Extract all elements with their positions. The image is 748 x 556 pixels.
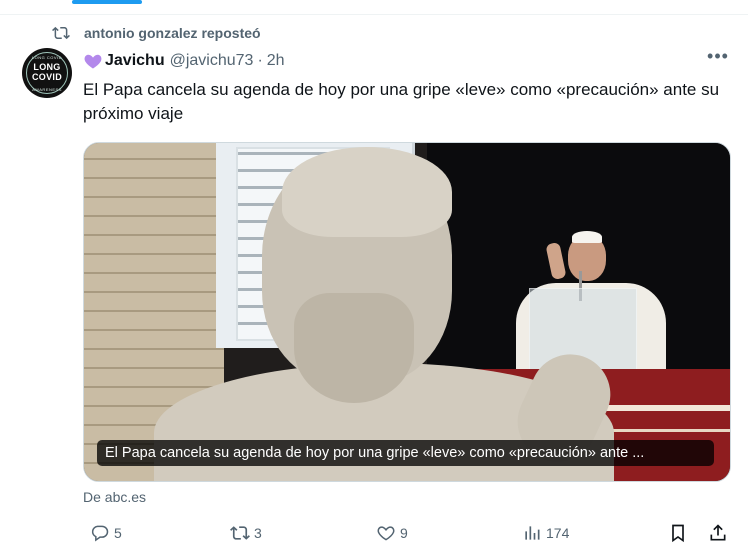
avatar-text: LONG COVID xyxy=(22,62,72,82)
avatar-top-text: LONG COVID xyxy=(31,55,63,60)
repost-icon xyxy=(52,26,70,40)
statue-hair xyxy=(282,147,452,237)
share-icon xyxy=(710,524,726,541)
views-icon xyxy=(525,526,540,540)
pope-cap xyxy=(572,231,602,243)
repost-label: antonio gonzalez reposteó xyxy=(84,25,261,41)
like-button[interactable]: 9 xyxy=(376,523,408,543)
media-caption: El Papa cancela su agenda de hoy por una… xyxy=(97,440,714,466)
more-icon[interactable]: ••• xyxy=(706,47,730,70)
retweet-icon xyxy=(230,526,250,540)
avatar-line2: COVID xyxy=(31,72,62,82)
reply-button[interactable]: 5 xyxy=(90,523,122,543)
media-image[interactable] xyxy=(83,142,731,482)
tweet-time[interactable]: 2h xyxy=(267,52,285,70)
statue-beard xyxy=(294,293,414,403)
like-icon xyxy=(377,526,395,541)
tweet-text: El Papa cancela su agenda de hoy por una… xyxy=(83,80,720,123)
avatar-bottom-text: AWARENESS xyxy=(32,87,62,92)
reply-icon xyxy=(91,525,109,542)
tab-active-indicator xyxy=(72,0,142,4)
reply-count: 5 xyxy=(114,525,122,541)
avatar-line1: LONG xyxy=(33,62,61,72)
avatar[interactable]: LONG COVID LONG COVID AWARENESS xyxy=(22,48,72,98)
retweet-button[interactable]: 3 xyxy=(230,523,262,543)
divider xyxy=(0,14,748,15)
separator-dot: · xyxy=(257,52,263,69)
share-button[interactable] xyxy=(708,523,732,543)
views-count: 174 xyxy=(546,525,570,541)
retweet-count: 3 xyxy=(254,525,262,541)
like-count: 9 xyxy=(400,525,408,541)
views-button[interactable]: 174 xyxy=(522,523,569,543)
repost-context[interactable]: antonio gonzalez reposteó xyxy=(52,24,261,42)
bookmark-icon xyxy=(672,524,684,543)
author-handle[interactable]: @javichu73 xyxy=(170,52,254,70)
tweet-header: Javichu @javichu73 · 2h xyxy=(83,51,285,71)
purple-heart-icon xyxy=(84,54,102,69)
link-source[interactable]: De abc.es xyxy=(83,489,146,505)
bookmark-button[interactable] xyxy=(668,523,692,543)
action-bar: 5 3 9 174 xyxy=(0,520,748,550)
author-name[interactable]: Javichu xyxy=(105,52,165,70)
